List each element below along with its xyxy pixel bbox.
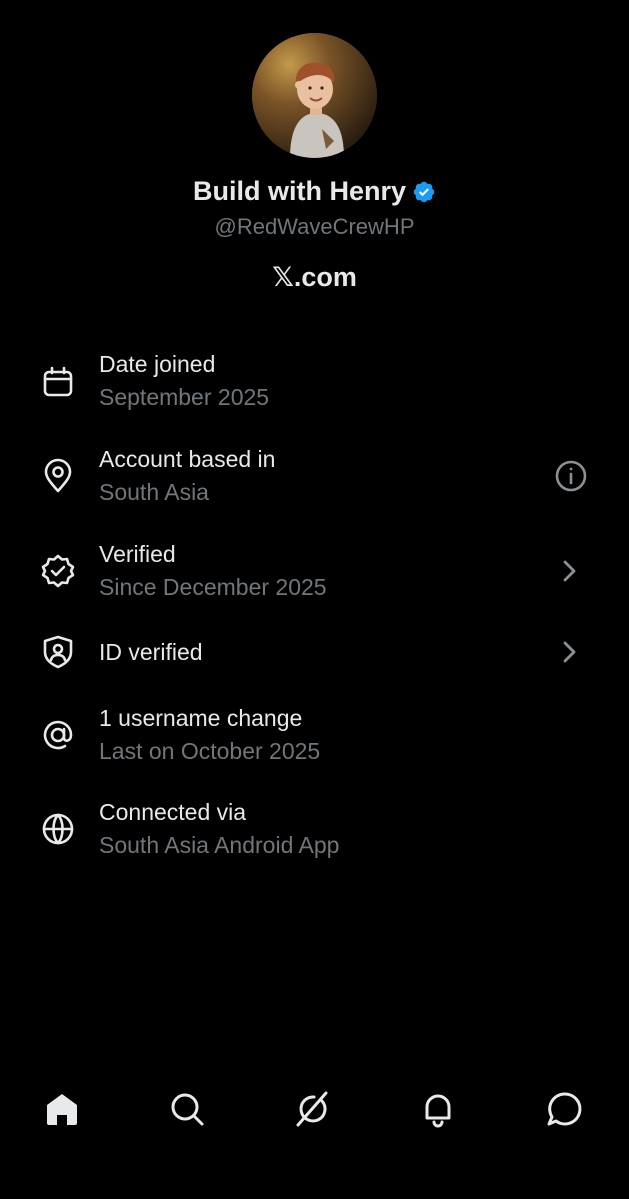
row-subtitle: September 2025 xyxy=(99,384,270,410)
handle[interactable]: @RedWaveCrewHP xyxy=(0,214,629,240)
location-pin-icon xyxy=(40,458,76,494)
row-title: 1 username change xyxy=(99,705,303,731)
search-icon[interactable] xyxy=(167,1089,207,1129)
row-subtitle: South Asia Android App xyxy=(99,832,340,858)
messages-icon[interactable] xyxy=(544,1089,584,1129)
bottom-nav xyxy=(0,1068,629,1148)
row-id-verified[interactable]: ID verified xyxy=(0,615,629,695)
row-title: Verified xyxy=(99,541,176,567)
id-shield-icon xyxy=(40,634,76,670)
site-link[interactable]: 𝕏.com xyxy=(0,262,629,293)
row-username-change: 1 username change Last on October 2025 xyxy=(0,698,629,778)
row-title: Connected via xyxy=(99,799,247,825)
calendar-icon xyxy=(40,364,76,400)
row-title: ID verified xyxy=(99,639,203,665)
avatar-image xyxy=(252,33,377,158)
chevron-right-icon xyxy=(551,634,587,670)
row-title: Date joined xyxy=(99,351,216,377)
home-icon[interactable] xyxy=(42,1089,82,1129)
verified-badge-icon xyxy=(412,180,436,204)
row-subtitle: South Asia xyxy=(99,479,209,505)
avatar[interactable] xyxy=(252,33,377,158)
row-account-based-in: Account based in South Asia xyxy=(0,439,629,519)
profile-about-page: Build with Henry @RedWaveCrewHP 𝕏.com Da… xyxy=(0,0,629,1199)
row-date-joined: Date joined September 2025 xyxy=(0,344,629,424)
row-verified[interactable]: Verified Since December 2025 xyxy=(0,534,629,614)
verified-check-icon xyxy=(40,553,76,589)
row-connected-via: Connected via South Asia Android App xyxy=(0,792,629,872)
name-row: Build with Henry xyxy=(0,176,629,207)
grok-icon[interactable] xyxy=(293,1089,333,1129)
row-subtitle: Last on October 2025 xyxy=(99,738,321,764)
globe-icon xyxy=(40,811,76,847)
at-sign-icon xyxy=(40,717,76,753)
row-title: Account based in xyxy=(99,446,276,472)
chevron-right-icon xyxy=(551,553,587,589)
info-icon[interactable] xyxy=(553,458,589,494)
row-subtitle: Since December 2025 xyxy=(99,574,327,600)
display-name: Build with Henry xyxy=(192,176,406,206)
notifications-icon[interactable] xyxy=(418,1089,458,1129)
